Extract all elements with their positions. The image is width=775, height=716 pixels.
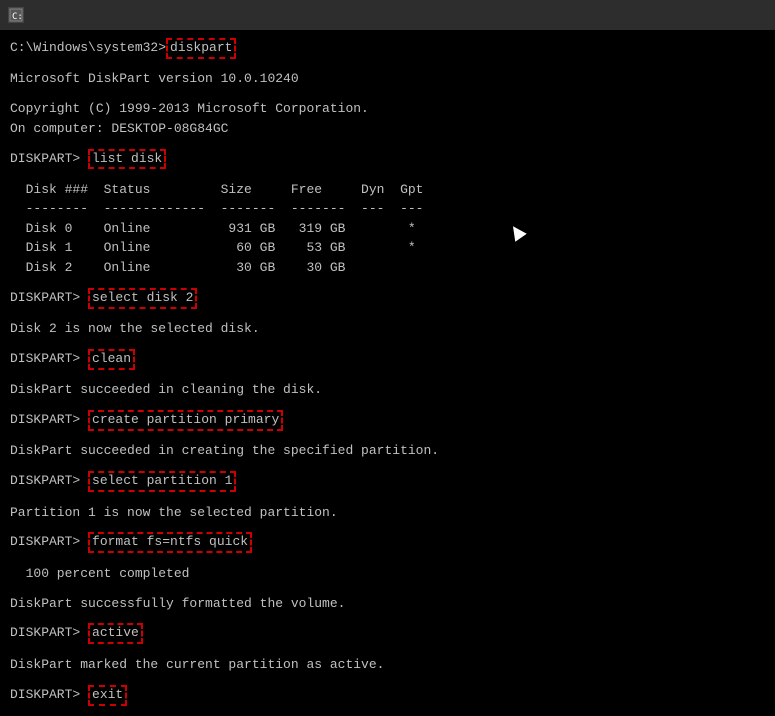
terminal-line <box>10 400 765 410</box>
prompt-text: DISKPART> <box>10 290 88 305</box>
terminal-line: 100 percent completed <box>10 564 765 584</box>
prompt-text: DISKPART> <box>10 687 88 702</box>
prompt-text: DISKPART> <box>10 412 88 427</box>
terminal-line <box>10 553 765 563</box>
maximize-button[interactable] <box>675 0 721 30</box>
terminal: C:\Windows\system32>diskpart Microsoft D… <box>0 30 775 716</box>
terminal-line: DISKPART> create partition primary <box>10 410 765 431</box>
command-text: format fs=ntfs quick <box>88 532 252 553</box>
close-button[interactable] <box>721 0 767 30</box>
terminal-line <box>10 309 765 319</box>
terminal-line <box>10 89 765 99</box>
prompt-text: DISKPART> <box>10 625 88 640</box>
command-text: active <box>88 623 143 644</box>
terminal-line <box>10 169 765 179</box>
terminal-line: On computer: DESKTOP-08G84GC <box>10 119 765 139</box>
terminal-line: DiskPart succeeded in creating the speci… <box>10 441 765 461</box>
terminal-line: DISKPART> exit <box>10 685 765 706</box>
terminal-line: DISKPART> select partition 1 <box>10 471 765 492</box>
prompt-text: DISKPART> <box>10 534 88 549</box>
prompt-text: DISKPART> <box>10 473 88 488</box>
minimize-button[interactable] <box>629 0 675 30</box>
title-bar: C: <box>0 0 775 30</box>
terminal-line: Disk 1 Online 60 GB 53 GB * <box>10 238 765 258</box>
svg-text:C:: C: <box>12 12 23 22</box>
terminal-line <box>10 461 765 471</box>
terminal-line: DISKPART> format fs=ntfs quick <box>10 532 765 553</box>
terminal-line <box>10 613 765 623</box>
terminal-line: DISKPART> list disk <box>10 149 765 170</box>
terminal-line <box>10 644 765 654</box>
terminal-line <box>10 339 765 349</box>
terminal-line: Disk ### Status Size Free Dyn Gpt <box>10 180 765 200</box>
command-text: select disk 2 <box>88 288 197 309</box>
terminal-line: Copyright (C) 1999-2013 Microsoft Corpor… <box>10 99 765 119</box>
terminal-line: Disk 2 Online 30 GB 30 GB <box>10 258 765 278</box>
terminal-line: DISKPART> select disk 2 <box>10 288 765 309</box>
terminal-line: -------- ------------- ------- ------- -… <box>10 199 765 219</box>
title-bar-icon: C: <box>8 7 24 23</box>
command-text: list disk <box>88 149 166 170</box>
terminal-line <box>10 59 765 69</box>
terminal-line: C:\Windows\system32>diskpart <box>10 38 765 59</box>
prompt-text: DISKPART> <box>10 351 88 366</box>
terminal-line <box>10 277 765 287</box>
terminal-line: DiskPart marked the current partition as… <box>10 655 765 675</box>
command-text: clean <box>88 349 135 370</box>
terminal-line: DiskPart succeeded in cleaning the disk. <box>10 380 765 400</box>
terminal-line: DiskPart successfully formatted the volu… <box>10 594 765 614</box>
terminal-line <box>10 431 765 441</box>
terminal-line: Partition 1 is now the selected partitio… <box>10 503 765 523</box>
terminal-line <box>10 370 765 380</box>
terminal-line <box>10 522 765 532</box>
terminal-line <box>10 674 765 684</box>
terminal-line: Disk 0 Online 931 GB 319 GB * <box>10 219 765 239</box>
terminal-line: DISKPART> active <box>10 623 765 644</box>
terminal-line: Microsoft DiskPart version 10.0.10240 <box>10 69 765 89</box>
command-text: exit <box>88 685 127 706</box>
command-text: select partition 1 <box>88 471 236 492</box>
command-text: diskpart <box>166 38 236 59</box>
terminal-line: DISKPART> clean <box>10 349 765 370</box>
prompt-text: DISKPART> <box>10 151 88 166</box>
terminal-line <box>10 492 765 502</box>
prompt-text: C:\Windows\system32> <box>10 40 166 55</box>
terminal-line <box>10 583 765 593</box>
terminal-line <box>10 138 765 148</box>
command-text: create partition primary <box>88 410 283 431</box>
terminal-line: Disk 2 is now the selected disk. <box>10 319 765 339</box>
